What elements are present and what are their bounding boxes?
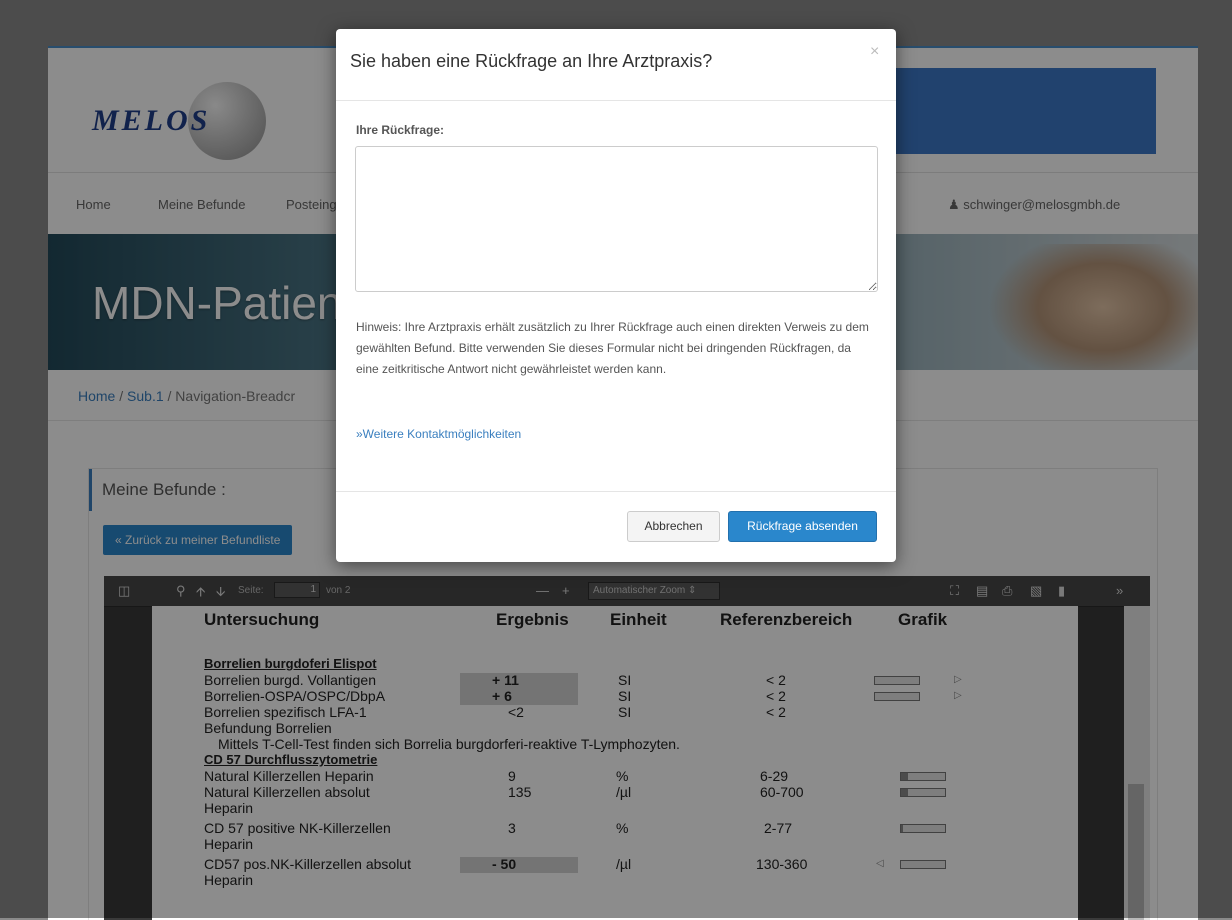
question-field-label: Ihre Rückfrage: — [356, 123, 445, 137]
modal-title: Sie haben eine Rückfrage an Ihre Arztpra… — [350, 51, 713, 71]
question-textarea[interactable] — [355, 146, 878, 292]
modal-note: Hinweis: Ihre Arztpraxis erhält zusätzli… — [356, 320, 869, 376]
cancel-button[interactable]: Abbrechen — [627, 511, 720, 542]
divider — [336, 100, 896, 101]
submit-question-button[interactable]: Rückfrage absenden — [728, 511, 877, 542]
divider — [336, 491, 896, 492]
close-icon[interactable]: × — [870, 43, 879, 61]
question-modal: Sie haben eine Rückfrage an Ihre Arztpra… — [336, 29, 896, 562]
more-contact-link[interactable]: »Weitere Kontaktmöglichkeiten — [356, 427, 521, 441]
